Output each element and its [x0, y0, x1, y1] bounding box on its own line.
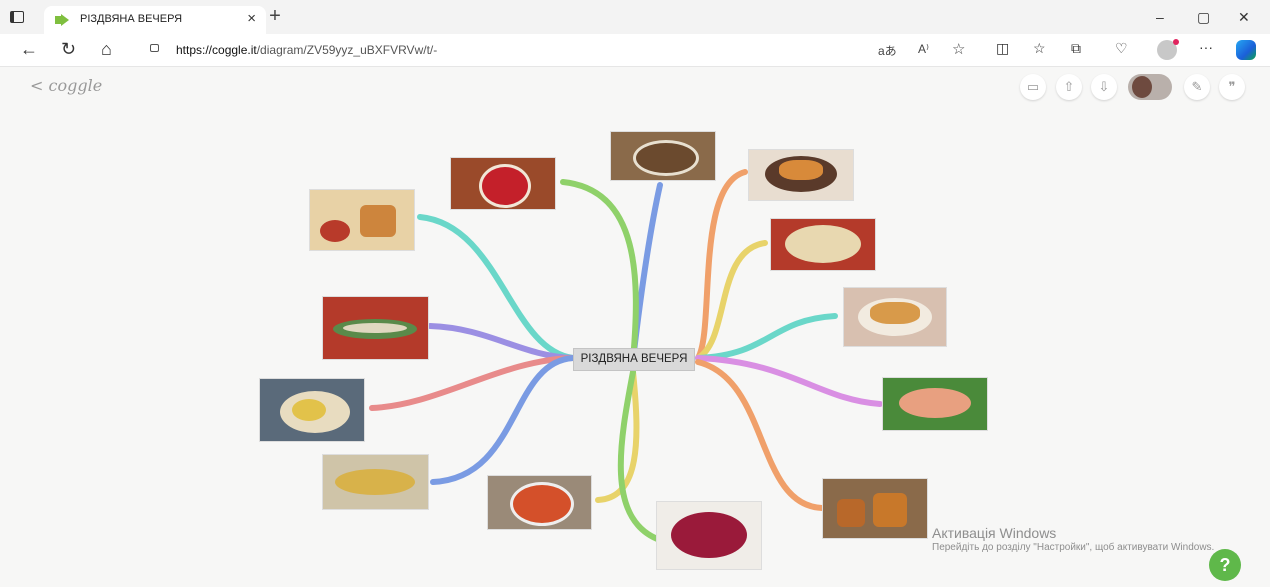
- uzvar-cups-image[interactable]: [822, 478, 928, 539]
- branch-cabbage-rolls: [430, 355, 576, 485]
- mindmap-branches: [369, 169, 883, 543]
- carrot-salad-image[interactable]: [487, 475, 592, 530]
- fried-pies-image[interactable]: [748, 149, 854, 201]
- central-node[interactable]: РІЗДВЯНА ВЕЧЕРЯ: [573, 348, 695, 371]
- vinaigrette-image[interactable]: [656, 501, 762, 570]
- borscht-image[interactable]: [450, 157, 556, 210]
- buckwheat-kutia-image[interactable]: [610, 131, 716, 181]
- cabbage-rolls-image[interactable]: [322, 454, 429, 510]
- branch-borscht: [560, 179, 639, 363]
- windows-activation-watermark: Активація Windows Перейдіть до розділу "…: [932, 525, 1222, 554]
- pyrizhky-image[interactable]: [843, 287, 947, 347]
- boiled-potatoes-image[interactable]: [259, 378, 365, 442]
- branch-potatoes: [369, 355, 576, 411]
- baked-buns-image[interactable]: [770, 218, 876, 271]
- branch-aspic: [695, 355, 883, 407]
- activation-subtitle: Перейдіть до розділу "Настройки", щоб ак…: [932, 542, 1215, 553]
- uzvar-drink-image[interactable]: [309, 189, 415, 251]
- branch-herring: [427, 323, 576, 361]
- help-button[interactable]: ?: [1209, 549, 1241, 581]
- fish-aspic-image[interactable]: [882, 377, 988, 431]
- branch-vinaigrette: [617, 369, 663, 543]
- herring-image[interactable]: [322, 296, 429, 360]
- activation-title: Активація Windows: [932, 525, 1057, 541]
